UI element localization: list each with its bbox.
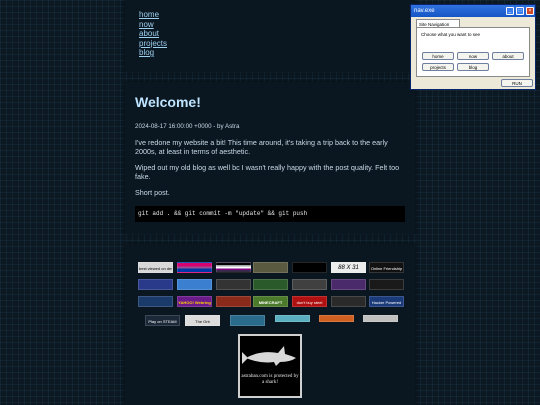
badge-scene[interactable] <box>253 262 288 273</box>
badge-dark[interactable] <box>292 262 327 273</box>
badge-bi-flag[interactable] <box>177 262 212 273</box>
badge-orb[interactable]: The Orb <box>185 315 220 326</box>
badge-row2-8[interactable] <box>369 279 404 290</box>
window-titlebar[interactable]: nav.exe _ □ × <box>411 5 535 17</box>
buttons-panel: best viewed on desktop 88 X 31 Online Fr… <box>125 244 415 405</box>
badge-row3-7[interactable] <box>331 296 366 307</box>
badge-row2-7[interactable] <box>331 279 366 290</box>
badge-yahoo[interactable]: YAHOO! Webring <box>177 296 212 307</box>
badge-row3-1[interactable] <box>138 296 173 307</box>
badge-row2-1[interactable] <box>138 279 173 290</box>
shark-caption: astraban.com is protected by a shark! <box>241 374 299 385</box>
badge-row2-2[interactable] <box>177 279 212 290</box>
badge-row4-6[interactable] <box>363 315 398 322</box>
win-button-projects[interactable]: projects <box>422 63 454 71</box>
nav-link-blog[interactable]: blog <box>139 48 154 57</box>
badge-ace-flag[interactable] <box>216 262 251 273</box>
badge-88x31[interactable]: 88 X 31 <box>331 262 366 273</box>
badge-row3-3[interactable] <box>216 296 251 307</box>
tab-body: Choose what you want to see home now abo… <box>416 27 530 77</box>
close-icon[interactable]: × <box>526 7 534 15</box>
nav-links: home now about projects blog <box>139 10 167 58</box>
badge-row2-5[interactable] <box>292 279 327 290</box>
run-button[interactable]: RUN <box>501 79 533 87</box>
badge-hacker[interactable]: Hacker Powered <box>369 296 404 307</box>
post-panel: Welcome! 2024-08-17 16:00:00 +0000 - by … <box>125 82 415 234</box>
badge-row4-4[interactable] <box>275 315 310 322</box>
code-block: git add . && git commit -m "update" && g… <box>135 206 405 222</box>
win-button-about[interactable]: about <box>492 52 524 60</box>
badge-row4-5[interactable] <box>319 315 354 322</box>
minimize-icon[interactable]: _ <box>506 7 514 15</box>
win-button-home[interactable]: home <box>422 52 454 60</box>
win-button-blog[interactable]: blog <box>457 63 489 71</box>
window-title: nav.exe <box>414 8 435 14</box>
badge-row4-3[interactable] <box>230 315 265 326</box>
post-meta: 2024-08-17 16:00:00 +0000 - by Astra <box>135 123 240 130</box>
post-paragraph: I've redone my website a bit! This time … <box>135 138 388 156</box>
window-label: Choose what you want to see <box>421 32 481 37</box>
nav-panel: home now about projects blog <box>125 0 415 72</box>
post-paragraph: Short post. <box>135 188 170 197</box>
shark-icon <box>242 346 296 366</box>
nav-window[interactable]: nav.exe _ □ × Site Navigation Choose wha… <box>410 4 536 90</box>
badge-row2-4[interactable] <box>253 279 288 290</box>
win-button-now[interactable]: now <box>457 52 489 60</box>
badge-best-viewed[interactable]: best viewed on desktop <box>138 262 173 273</box>
badge-steam[interactable]: Play on STEAM <box>145 315 180 326</box>
nav-link-projects[interactable]: projects <box>139 39 167 48</box>
badge-row2-3[interactable] <box>216 279 251 290</box>
badge-minecraft[interactable]: MINECRAFT <box>253 296 288 307</box>
post-paragraph: Wiped out my old blog as well bc I wasn'… <box>135 163 400 181</box>
badge-online-friendship[interactable]: Online Friendship <box>369 262 404 273</box>
nav-link-about[interactable]: about <box>139 29 159 38</box>
nav-link-home[interactable]: home <box>139 10 159 19</box>
badge-steel[interactable]: don't buy steel <box>292 296 327 307</box>
nav-link-now[interactable]: now <box>139 20 154 29</box>
maximize-icon[interactable]: □ <box>516 7 524 15</box>
shark-badge[interactable]: astraban.com is protected by a shark! <box>238 334 302 398</box>
post-title: Welcome! <box>135 94 201 110</box>
